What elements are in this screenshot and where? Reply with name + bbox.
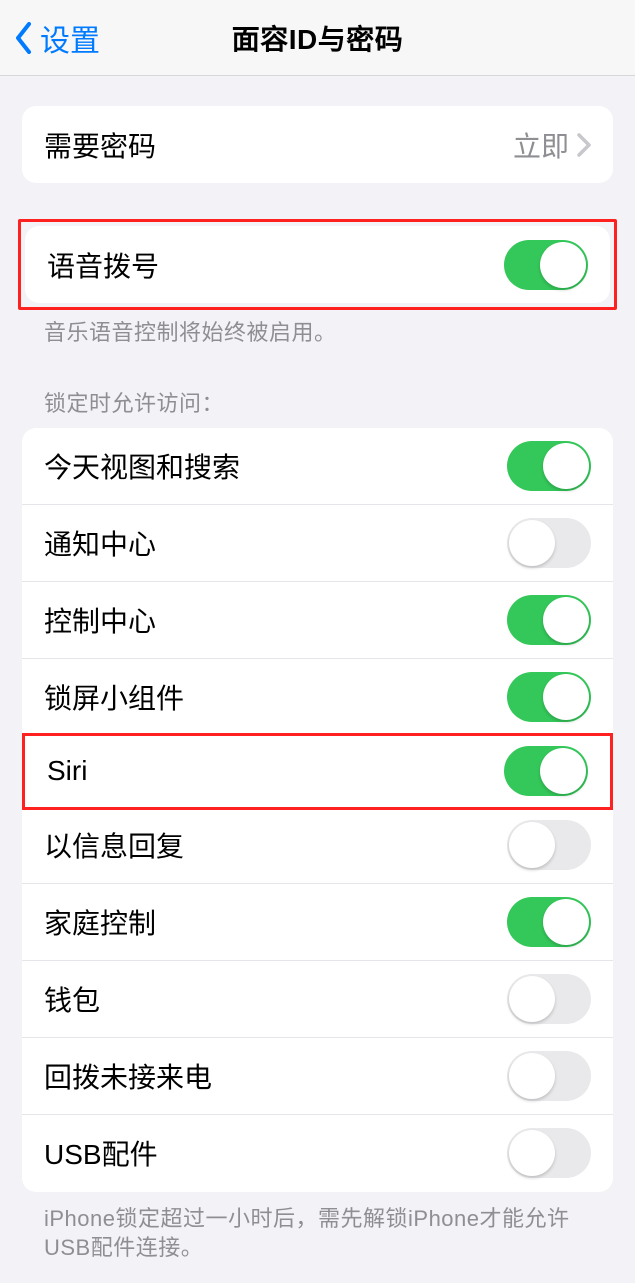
lock-access-header: 锁定时允许访问： xyxy=(22,386,613,418)
voice-dial-footer: 音乐语音控制将始终被启用。 xyxy=(22,318,613,348)
chevron-right-icon xyxy=(577,133,591,157)
lock-access-label: Siri xyxy=(47,755,87,787)
lock-access-toggle[interactable] xyxy=(507,1128,591,1178)
lock-access-row: USB配件 xyxy=(22,1115,613,1192)
passcode-group: 需要密码 立即 xyxy=(22,106,613,183)
lock-access-toggle[interactable] xyxy=(507,672,591,722)
lock-access-toggle[interactable] xyxy=(507,441,591,491)
lock-access-toggle[interactable] xyxy=(507,897,591,947)
toggle-knob xyxy=(540,748,586,794)
navbar: 设置 面容ID与密码 xyxy=(0,0,635,76)
highlight-voice-dial: 语音拨号 xyxy=(18,219,617,310)
lock-access-row: 锁屏小组件 xyxy=(22,659,613,736)
voice-dial-toggle[interactable] xyxy=(504,240,588,290)
toggle-knob xyxy=(540,242,586,288)
voice-dial-label: 语音拨号 xyxy=(47,245,159,285)
lock-access-row: 家庭控制 xyxy=(22,884,613,961)
toggle-knob xyxy=(543,674,589,720)
row-right: 立即 xyxy=(513,125,591,165)
toggle-knob xyxy=(509,520,555,566)
lock-access-label: 回拨未接来电 xyxy=(44,1056,212,1096)
require-passcode-value: 立即 xyxy=(513,125,569,165)
back-label: 设置 xyxy=(40,16,100,60)
lock-access-toggle[interactable] xyxy=(504,746,588,796)
lock-access-toggle[interactable] xyxy=(507,1051,591,1101)
content: 需要密码 立即 语音拨号 音乐语音控制将始终被启用。 锁定时允许访问： 今天视图… xyxy=(0,76,635,1283)
lock-access-row: Siri xyxy=(22,733,613,810)
lock-access-label: 通知中心 xyxy=(44,523,156,563)
toggle-knob xyxy=(543,597,589,643)
lock-access-label: USB配件 xyxy=(44,1133,158,1173)
toggle-knob xyxy=(543,443,589,489)
chevron-left-icon xyxy=(14,22,34,54)
toggle-knob xyxy=(509,822,555,868)
lock-access-row: 通知中心 xyxy=(22,505,613,582)
lock-access-toggle[interactable] xyxy=(507,820,591,870)
page-title: 面容ID与密码 xyxy=(232,18,404,58)
lock-access-row: 控制中心 xyxy=(22,582,613,659)
lock-access-toggle[interactable] xyxy=(507,518,591,568)
lock-access-label: 钱包 xyxy=(44,979,100,1019)
voice-dial-group: 语音拨号 xyxy=(25,226,610,303)
lock-access-row: 钱包 xyxy=(22,961,613,1038)
lock-access-row: 以信息回复 xyxy=(22,807,613,884)
lock-access-label: 今天视图和搜索 xyxy=(44,446,240,486)
lock-access-group: 今天视图和搜索通知中心控制中心锁屏小组件 Siri 以信息回复家庭控制钱包回拨未接来… xyxy=(22,428,613,1192)
toggle-knob xyxy=(543,899,589,945)
lock-access-label: 控制中心 xyxy=(44,600,156,640)
lock-access-label: 以信息回复 xyxy=(44,825,184,865)
lock-access-footer: iPhone锁定超过一小时后，需先解锁iPhone才能允许USB配件连接。 xyxy=(22,1204,613,1263)
lock-access-row: 今天视图和搜索 xyxy=(22,428,613,505)
lock-access-toggle[interactable] xyxy=(507,974,591,1024)
toggle-knob xyxy=(509,1053,555,1099)
lock-access-toggle[interactable] xyxy=(507,595,591,645)
back-button[interactable]: 设置 xyxy=(14,16,100,60)
lock-access-row: 回拨未接来电 xyxy=(22,1038,613,1115)
lock-access-label: 锁屏小组件 xyxy=(44,677,184,717)
lock-access-label: 家庭控制 xyxy=(44,902,156,942)
require-passcode-row[interactable]: 需要密码 立即 xyxy=(22,106,613,183)
voice-dial-row: 语音拨号 xyxy=(25,226,610,303)
toggle-knob xyxy=(509,976,555,1022)
require-passcode-label: 需要密码 xyxy=(44,125,156,165)
toggle-knob xyxy=(509,1130,555,1176)
